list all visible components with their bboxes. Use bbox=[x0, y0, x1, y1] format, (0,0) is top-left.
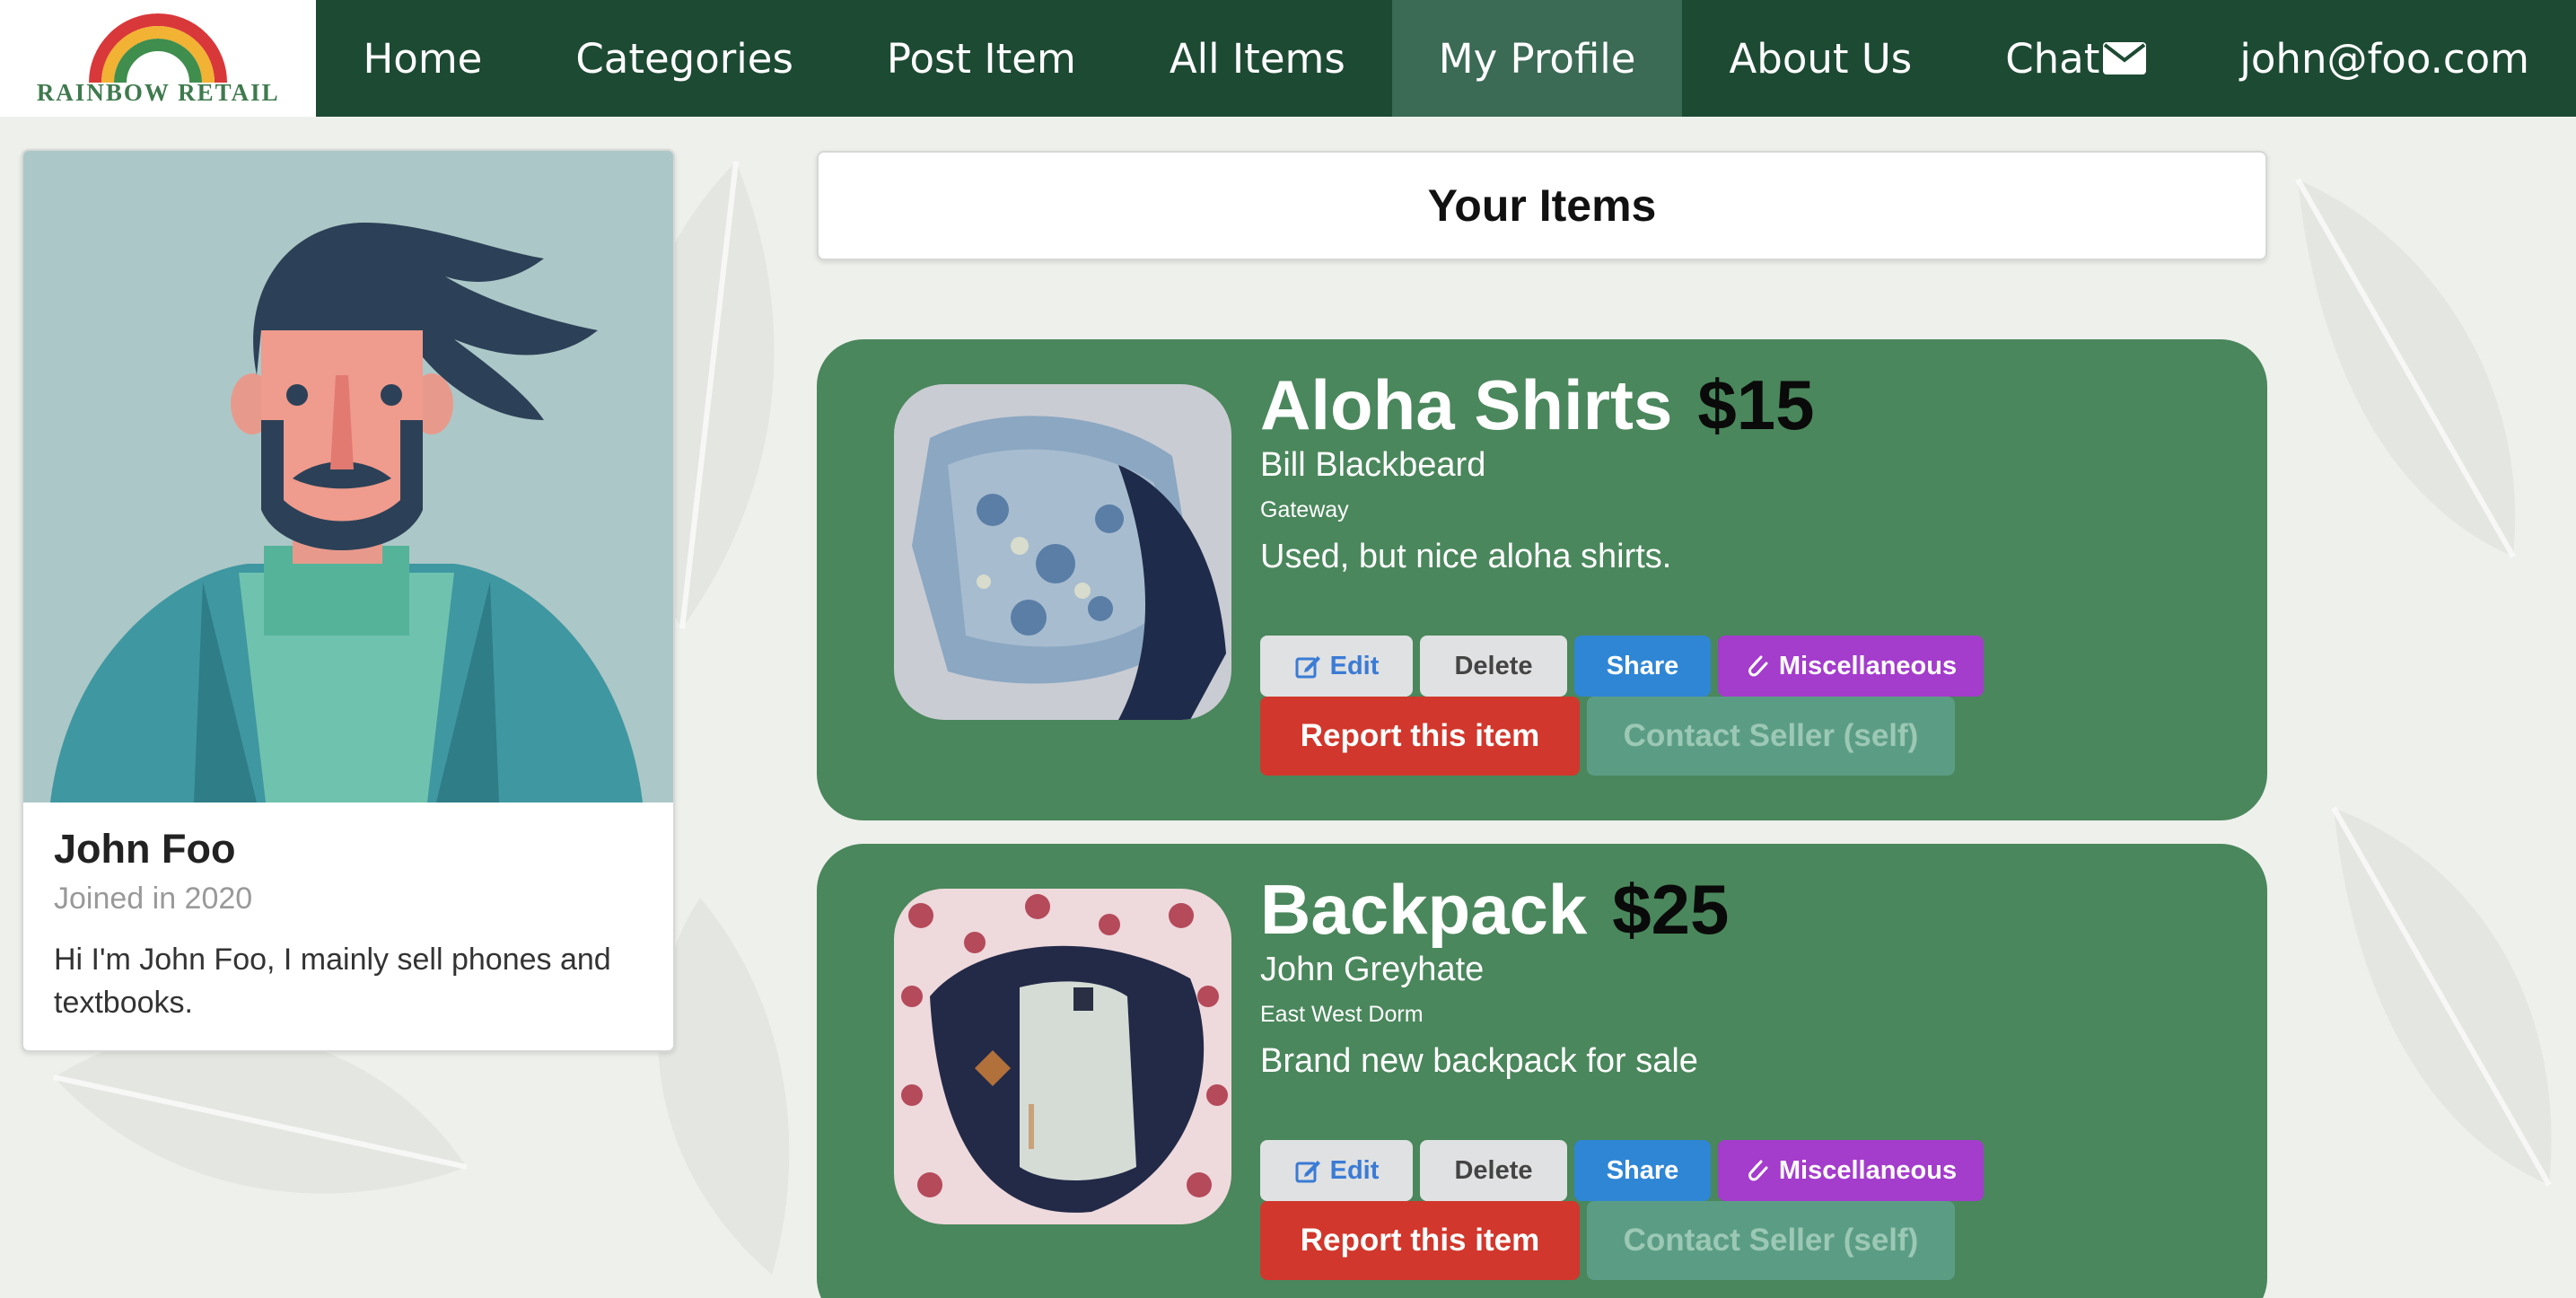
nav-chat-label: Chat bbox=[2005, 34, 2100, 83]
item-photo[interactable] bbox=[894, 889, 1231, 1224]
nav-user-email: john@foo.com bbox=[2239, 34, 2529, 83]
report-item-button[interactable]: Report this item bbox=[1260, 1201, 1580, 1280]
nav-user-account[interactable]: john@foo.com bbox=[2193, 0, 2576, 117]
edit-button[interactable]: Edit bbox=[1260, 636, 1413, 697]
item-seller: Bill Blackbeard bbox=[1260, 446, 1486, 484]
item-location: Gateway bbox=[1260, 497, 1349, 522]
contact-seller-button[interactable]: Contact Seller (self) bbox=[1587, 1201, 1955, 1280]
profile-joined-date: Joined in 2020 bbox=[54, 881, 253, 916]
item-photo[interactable] bbox=[894, 384, 1231, 720]
item-location: East West Dorm bbox=[1260, 1002, 1424, 1027]
item-description: Brand new backpack for sale bbox=[1260, 1042, 1698, 1080]
item-card: Aloha Shirts $15 Bill Blackbeard Gateway… bbox=[817, 339, 2267, 820]
avatar-illustration bbox=[50, 223, 643, 802]
category-button[interactable]: Miscellaneous bbox=[1718, 636, 1984, 697]
nav-post-item-label: Post Item bbox=[886, 34, 1076, 83]
item-price: $15 bbox=[1697, 365, 1815, 444]
delete-button-label: Delete bbox=[1454, 1155, 1533, 1185]
contact-seller-button[interactable]: Contact Seller (self) bbox=[1587, 697, 1955, 776]
nav-my-profile-label: My Profile bbox=[1438, 34, 1636, 83]
nav-home-label: Home bbox=[363, 34, 483, 83]
share-button[interactable]: Share bbox=[1574, 1140, 1711, 1201]
report-item-button[interactable]: Report this item bbox=[1260, 697, 1580, 776]
nav-post-item[interactable]: Post Item bbox=[840, 0, 1123, 117]
share-button-label: Share bbox=[1606, 651, 1679, 680]
edit-button-label: Edit bbox=[1329, 651, 1380, 680]
contact-seller-label: Contact Seller (self) bbox=[1623, 1223, 1919, 1258]
report-item-label: Report this item bbox=[1300, 718, 1540, 753]
rainbow-icon bbox=[89, 13, 228, 83]
delete-button-label: Delete bbox=[1454, 651, 1533, 680]
share-button[interactable]: Share bbox=[1574, 636, 1711, 697]
item-seller: John Greyhate bbox=[1260, 951, 1485, 988]
edit-button-label: Edit bbox=[1329, 1155, 1380, 1185]
nav-about-us-label: About Us bbox=[1729, 34, 1913, 83]
paperclip-icon bbox=[1748, 655, 1768, 677]
your-items-title: Your Items bbox=[1427, 180, 1657, 231]
nav-about-us[interactable]: About Us bbox=[1682, 0, 1958, 117]
delete-button[interactable]: Delete bbox=[1420, 1140, 1567, 1201]
nav-categories[interactable]: Categories bbox=[529, 0, 840, 117]
nav-all-items[interactable]: All Items bbox=[1123, 0, 1392, 117]
item-title[interactable]: Backpack bbox=[1260, 869, 1587, 951]
share-button-label: Share bbox=[1606, 1155, 1679, 1185]
avatar bbox=[23, 151, 673, 802]
category-button-label: Miscellaneous bbox=[1778, 651, 1958, 680]
nav-categories-label: Categories bbox=[575, 34, 793, 83]
delete-button[interactable]: Delete bbox=[1420, 636, 1567, 697]
envelope-icon bbox=[2103, 42, 2147, 75]
edit-button[interactable]: Edit bbox=[1260, 1140, 1413, 1201]
nav-chat[interactable]: Chat bbox=[1958, 0, 2193, 117]
profile-bio: Hi I'm John Foo, I mainly sell phones an… bbox=[54, 943, 611, 1020]
item-description: Used, but nice aloha shirts. bbox=[1260, 538, 1672, 575]
logo-text: RAINBOW RETAIL bbox=[36, 78, 280, 106]
your-items-header: Your Items bbox=[817, 151, 2267, 260]
profile-name: John Foo bbox=[54, 826, 236, 872]
rainbow-retail-logo[interactable]: RAINBOW RETAIL bbox=[0, 0, 317, 117]
edit-icon bbox=[1295, 656, 1320, 679]
category-button[interactable]: Miscellaneous bbox=[1718, 1140, 1984, 1201]
contact-seller-label: Contact Seller (self) bbox=[1623, 718, 1919, 753]
item-card: Backpack $25 John Greyhate East West Dor… bbox=[817, 844, 2267, 1298]
paperclip-icon bbox=[1748, 1160, 1768, 1181]
top-navbar: RAINBOW RETAIL Home Categories Post Item… bbox=[0, 0, 2576, 117]
report-item-label: Report this item bbox=[1300, 1223, 1540, 1258]
nav-home[interactable]: Home bbox=[316, 0, 529, 117]
nav-my-profile[interactable]: My Profile bbox=[1391, 0, 1683, 117]
item-title[interactable]: Aloha Shirts bbox=[1260, 364, 1672, 446]
profile-card: John Foo Joined in 2020 Hi I'm John Foo,… bbox=[22, 149, 675, 1052]
item-price: $25 bbox=[1612, 870, 1730, 949]
category-button-label: Miscellaneous bbox=[1778, 1155, 1958, 1185]
nav-all-items-label: All Items bbox=[1169, 34, 1345, 83]
edit-icon bbox=[1295, 1161, 1320, 1183]
